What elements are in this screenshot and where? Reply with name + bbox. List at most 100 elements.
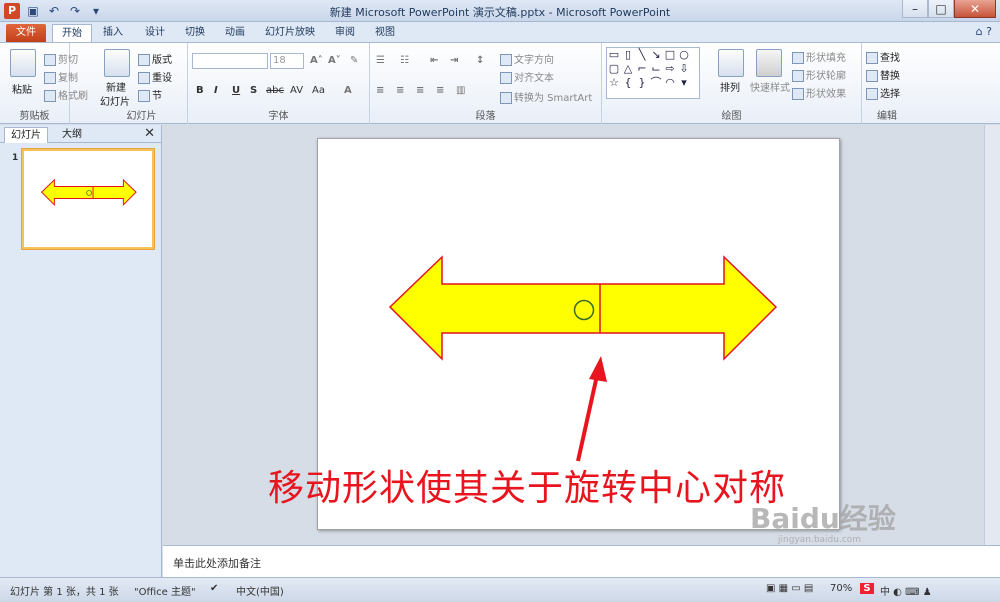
layout-button[interactable]: 版式 [138,51,172,66]
ime-sogou-icon[interactable]: S [860,583,874,594]
group-label: 绘图 [721,111,742,122]
strikethrough-button[interactable]: abc [266,85,284,96]
italic-button[interactable]: I [214,85,218,96]
brace-open-shape-icon[interactable]: { [621,76,635,90]
quick-styles-icon[interactable] [756,49,782,77]
rounded-rect-shape-icon[interactable]: ▢ [607,62,621,76]
reset-button[interactable]: 重设 [138,69,172,84]
right-arrow-shape-icon[interactable]: ⇨ [663,62,677,76]
grow-font-icon[interactable]: A˄ [310,55,323,66]
char-spacing-icon[interactable]: AV [290,85,303,96]
find-button[interactable]: 查找 [866,49,900,64]
shadow-button[interactable]: S [250,85,257,96]
new-slide-label-1[interactable]: 新建 [106,79,126,94]
down-arrow-shape-icon[interactable]: ⇩ [677,62,691,76]
select-button[interactable]: 选择 [866,85,900,100]
line-shape-icon[interactable]: ╲ [635,48,649,62]
tab-design[interactable]: 设计 [140,24,170,42]
bullets-icon[interactable]: ☰ [376,55,385,66]
tab-home[interactable]: 开始 [52,24,92,42]
text-direction-label: 文字方向 [514,55,554,66]
curve-shape-icon[interactable]: ⌒ [649,76,663,90]
spellcheck-icon[interactable]: ✔ [210,583,218,594]
bold-button[interactable]: B [196,85,204,96]
elbow-connector-icon[interactable]: ⌐ [635,62,649,76]
vtextbox-shape-icon[interactable]: ▯ [621,48,635,62]
rectangle-shape-icon[interactable]: □ [663,48,677,62]
tab-review[interactable]: 审阅 [330,24,360,42]
change-case-button[interactable]: Aa [312,85,325,96]
star-shape-icon[interactable]: ☆ [607,76,621,90]
numbering-icon[interactable]: ☷ [400,55,409,66]
zoom-level[interactable]: 70% [830,583,852,594]
maximize-button[interactable]: □ [928,0,954,18]
minimize-button[interactable]: – [902,0,928,18]
paste-icon[interactable] [10,49,36,77]
language[interactable]: 中文(中国) [236,583,284,598]
cut-button[interactable]: 剪切 [44,51,78,66]
brace-close-shape-icon[interactable]: } [635,76,649,90]
view-buttons[interactable]: ▣ ▦ ▭ ▤ [766,583,813,594]
shapes-gallery[interactable]: ▭ ▯ ╲ ↘ □ ○ ▢ △ ⌐ ⌙ ⇨ ⇩ ☆{} ⌒ ◠ ▾ [606,47,700,99]
new-slide-icon[interactable] [104,49,130,77]
clear-format-icon[interactable]: ✎ [350,55,358,66]
close-button[interactable]: ✕ [954,0,996,18]
align-right-icon[interactable]: ≡ [416,85,424,96]
underline-button[interactable]: U [232,85,240,96]
tab-file[interactable]: 文件 [6,24,46,42]
replace-label: 替换 [880,71,900,82]
line-spacing-icon[interactable]: ↕ [476,55,484,66]
oval-shape-icon[interactable]: ○ [677,48,691,62]
tab-view[interactable]: 视图 [370,24,400,42]
theme-name: "Office 主题" [134,587,196,598]
slide-number: 1 [12,153,19,163]
increase-indent-icon[interactable]: ⇥ [450,55,458,66]
help-icon[interactable]: ⌂ ? [976,25,992,38]
close-panel-icon[interactable]: ✕ [144,126,155,141]
tab-insert[interactable]: 插入 [98,24,128,42]
notes-pane[interactable]: 单击此处添加备注 [163,545,1000,577]
align-text-button[interactable]: 对齐文本 [500,69,554,84]
tab-slideshow[interactable]: 幻灯片放映 [262,24,318,42]
copy-button[interactable]: 复制 [44,69,78,84]
quick-styles-button[interactable]: 快速样式 [750,79,790,94]
font-size-combo[interactable]: 18 [270,53,304,69]
arrow-line-shape-icon[interactable]: ↘ [649,48,663,62]
font-color-icon[interactable]: A [344,85,352,96]
arrange-button[interactable]: 排列 [720,79,740,94]
vertical-scrollbar[interactable] [984,125,1000,545]
window-controls: – □ ✕ [902,0,996,18]
align-left-icon[interactable]: ≡ [376,85,384,96]
slide-canvas[interactable]: 移动形状使其关于旋转中心对称 [268,138,840,530]
format-painter-button[interactable]: 格式刷 [44,87,88,102]
text-direction-button[interactable]: 文字方向 [500,51,554,66]
more-shapes-icon[interactable]: ▾ [677,76,691,90]
ime-toolbar[interactable]: 中 ◐ ⌨ ♟ [880,583,932,598]
arrange-icon[interactable] [718,49,744,77]
tab-animations[interactable]: 动画 [220,24,250,42]
align-center-icon[interactable]: ≡ [396,85,404,96]
justify-icon[interactable]: ≡ [436,85,444,96]
font-name-combo[interactable] [192,53,268,69]
tab-transitions[interactable]: 切换 [180,24,210,42]
decrease-indent-icon[interactable]: ⇤ [430,55,438,66]
tab-slides-panel[interactable]: 幻灯片 [4,127,48,143]
columns-icon[interactable]: ▥ [456,85,465,96]
textbox-shape-icon[interactable]: ▭ [607,48,621,62]
triangle-shape-icon[interactable]: △ [621,62,635,76]
tab-outline-panel[interactable]: 大纲 [56,127,88,143]
new-slide-label-2[interactable]: 幻灯片 [100,93,130,108]
shape-fill-button[interactable]: 形状填充 [792,49,846,64]
shape-outline-button[interactable]: 形状轮廓 [792,67,846,82]
replace-button[interactable]: 替换 [866,67,900,82]
paste-button[interactable]: 粘贴 [12,81,32,96]
text-direction-icon [500,54,512,66]
arc-shape-icon[interactable]: ◠ [663,76,677,90]
shape-effects-button[interactable]: 形状效果 [792,85,846,100]
shrink-font-icon[interactable]: A˅ [328,55,341,66]
section-button[interactable]: 节 [138,87,162,102]
smartart-button[interactable]: 转换为 SmartArt [500,89,592,104]
slide-thumbnail[interactable] [21,148,155,250]
reset-label: 重设 [152,73,172,84]
curved-connector-icon[interactable]: ⌙ [649,62,663,76]
